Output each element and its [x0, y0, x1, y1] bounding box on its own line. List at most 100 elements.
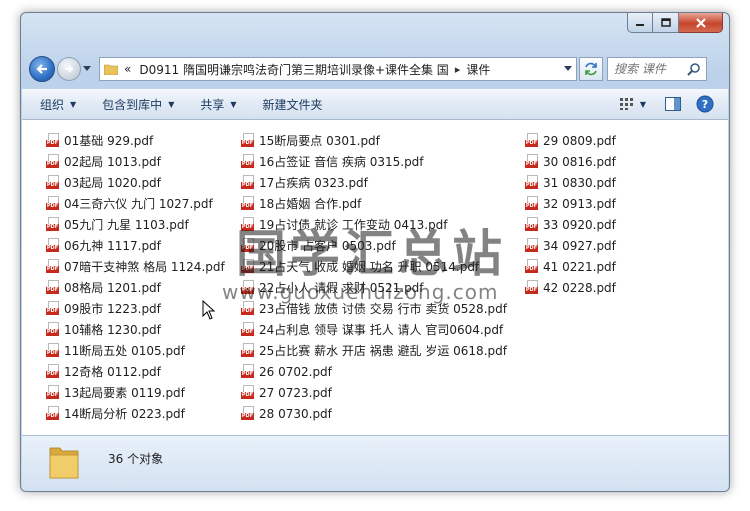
pdf-file-icon: PDF: [241, 342, 255, 359]
file-item[interactable]: PDF 28 0730.pdf: [241, 403, 507, 424]
forward-button[interactable]: [57, 57, 81, 81]
back-button[interactable]: [29, 56, 55, 82]
pdf-tag: PDF: [241, 181, 254, 189]
pdf-tag: PDF: [46, 286, 59, 294]
organize-menu[interactable]: 组织 ▼: [40, 96, 76, 113]
pdf-file-icon: PDF: [46, 279, 60, 296]
file-item[interactable]: PDF 05九门 九星 1103.pdf: [46, 214, 225, 235]
pdf-file-icon: PDF: [525, 174, 539, 191]
file-item[interactable]: PDF 08格局 1201.pdf: [46, 277, 225, 298]
include-library-label: 包含到库中: [102, 97, 163, 112]
file-item[interactable]: PDF 11断局五处 0105.pdf: [46, 340, 225, 361]
breadcrumb-item-current[interactable]: 课件: [466, 61, 490, 78]
pdf-file-icon: PDF: [241, 195, 255, 212]
search-input[interactable]: [614, 62, 684, 76]
file-name: 29 0809.pdf: [543, 133, 616, 148]
organize-label: 组织: [40, 97, 65, 112]
file-item[interactable]: PDF 17占疾病 0323.pdf: [241, 172, 507, 193]
file-item[interactable]: PDF 26 0702.pdf: [241, 361, 507, 382]
new-folder-button[interactable]: 新建文件夹: [263, 96, 323, 113]
new-folder-label: 新建文件夹: [262, 97, 323, 112]
change-view-button[interactable]: ▼: [620, 93, 646, 115]
file-item[interactable]: PDF 29 0809.pdf: [525, 130, 616, 151]
pdf-file-icon: PDF: [241, 237, 255, 254]
minimize-button[interactable]: [627, 13, 653, 33]
maximize-button[interactable]: [653, 13, 679, 33]
file-name: 03起局 1020.pdf: [64, 176, 161, 190]
file-item[interactable]: PDF 04三奇六仪 九门 1027.pdf: [46, 193, 225, 214]
file-item[interactable]: PDF 22占小人 请假 求财 0521.pdf: [241, 277, 507, 298]
file-column-3: PDF 29 0809.pdf PDF 30 0816.pdf PDF 31 0…: [525, 130, 616, 298]
file-item[interactable]: PDF 10辅格 1230.pdf: [46, 319, 225, 340]
file-name: 34 0927.pdf: [543, 238, 616, 253]
file-item[interactable]: PDF 19占讨债 就诊 工作变动 0413.pdf: [241, 214, 507, 235]
file-item[interactable]: PDF 09股市 1223.pdf: [46, 298, 225, 319]
pdf-tag: PDF: [241, 139, 254, 147]
refresh-button[interactable]: [579, 57, 603, 81]
search-icon[interactable]: [687, 62, 701, 76]
include-library-menu[interactable]: 包含到库中 ▼: [102, 96, 174, 113]
preview-pane-button[interactable]: [660, 93, 686, 115]
file-item[interactable]: PDF 13起局要素 0119.pdf: [46, 382, 225, 403]
file-item[interactable]: PDF 27 0723.pdf: [241, 382, 507, 403]
file-item[interactable]: PDF 06九神 1117.pdf: [46, 235, 225, 256]
file-item[interactable]: PDF 01基础 929.pdf: [46, 130, 225, 151]
pdf-tag: PDF: [46, 223, 59, 231]
breadcrumb-overflow[interactable]: «: [124, 62, 131, 76]
file-item[interactable]: PDF 20股市 占客户 0503.pdf: [241, 235, 507, 256]
file-item[interactable]: PDF 18占婚姻 合作.pdf: [241, 193, 507, 214]
close-button[interactable]: [679, 13, 723, 33]
address-bar[interactable]: « D0911 隋国明谦宗鸣法奇门第三期培训录像+课件全集 国 ▸ 课件: [99, 57, 577, 81]
file-item[interactable]: PDF 07暗干支神煞 格局 1124.pdf: [46, 256, 225, 277]
file-name: 21占天气 收成 婚姻 功名 升职 0514.pdf: [259, 260, 480, 274]
pdf-tag: PDF: [46, 328, 59, 336]
file-name: 16占签证 音信 疾病 0315.pdf: [259, 155, 424, 169]
view-list-icon: [620, 98, 633, 110]
help-button[interactable]: ?: [692, 93, 718, 115]
pdf-tag: PDF: [241, 370, 254, 378]
breadcrumb-separator[interactable]: ▸: [455, 63, 461, 76]
file-name: 30 0816.pdf: [543, 154, 616, 169]
file-name: 15断局要点 0301.pdf: [259, 134, 380, 148]
file-name: 41 0221.pdf: [543, 259, 616, 274]
pdf-tag: PDF: [241, 223, 254, 231]
pdf-file-icon: PDF: [241, 321, 255, 338]
arrow-right-icon: [65, 65, 74, 73]
file-item[interactable]: PDF 25占比赛 薪水 开店 祸患 避乱 岁运 0618.pdf: [241, 340, 507, 361]
pdf-file-icon: PDF: [46, 300, 60, 317]
file-item[interactable]: PDF 21占天气 收成 婚姻 功名 升职 0514.pdf: [241, 256, 507, 277]
pdf-tag: PDF: [241, 265, 254, 273]
pdf-file-icon: PDF: [46, 216, 60, 233]
pdf-tag: PDF: [525, 202, 538, 210]
share-menu[interactable]: 共享 ▼: [200, 96, 236, 113]
file-item[interactable]: PDF 12奇格 0112.pdf: [46, 361, 225, 382]
file-item[interactable]: PDF 15断局要点 0301.pdf: [241, 130, 507, 151]
preview-pane-icon: [665, 97, 681, 111]
pdf-file-icon: PDF: [525, 279, 539, 296]
file-item[interactable]: PDF 16占签证 音信 疾病 0315.pdf: [241, 151, 507, 172]
file-name: 09股市 1223.pdf: [64, 302, 161, 316]
file-item[interactable]: PDF 41 0221.pdf: [525, 256, 616, 277]
file-name: 19占讨债 就诊 工作变动 0413.pdf: [259, 218, 448, 232]
file-name: 27 0723.pdf: [259, 385, 332, 400]
file-item[interactable]: PDF 02起局 1013.pdf: [46, 151, 225, 172]
file-item[interactable]: PDF 30 0816.pdf: [525, 151, 616, 172]
file-item[interactable]: PDF 34 0927.pdf: [525, 235, 616, 256]
pdf-file-icon: PDF: [46, 384, 60, 401]
recent-pages-dropdown[interactable]: [83, 66, 93, 72]
file-item[interactable]: PDF 24占利息 领导 谋事 托人 请人 官司0604.pdf: [241, 319, 507, 340]
file-column-2: PDF 15断局要点 0301.pdf PDF 16占签证 音信 疾病 0315…: [241, 130, 507, 424]
pdf-file-icon: PDF: [241, 279, 255, 296]
file-name: 14断局分析 0223.pdf: [64, 407, 185, 421]
file-item[interactable]: PDF 33 0920.pdf: [525, 214, 616, 235]
file-item[interactable]: PDF 14断局分析 0223.pdf: [46, 403, 225, 424]
file-item[interactable]: PDF 42 0228.pdf: [525, 277, 616, 298]
pdf-file-icon: PDF: [46, 174, 60, 191]
file-item[interactable]: PDF 32 0913.pdf: [525, 193, 616, 214]
file-item[interactable]: PDF 23占借钱 放债 讨债 交易 行市 卖货 0528.pdf: [241, 298, 507, 319]
file-item[interactable]: PDF 03起局 1020.pdf: [46, 172, 225, 193]
pdf-tag: PDF: [241, 202, 254, 210]
file-item[interactable]: PDF 31 0830.pdf: [525, 172, 616, 193]
address-dropdown[interactable]: [560, 66, 576, 72]
breadcrumb-item[interactable]: D0911 隋国明谦宗鸣法奇门第三期培训录像+课件全集 国: [139, 61, 448, 78]
